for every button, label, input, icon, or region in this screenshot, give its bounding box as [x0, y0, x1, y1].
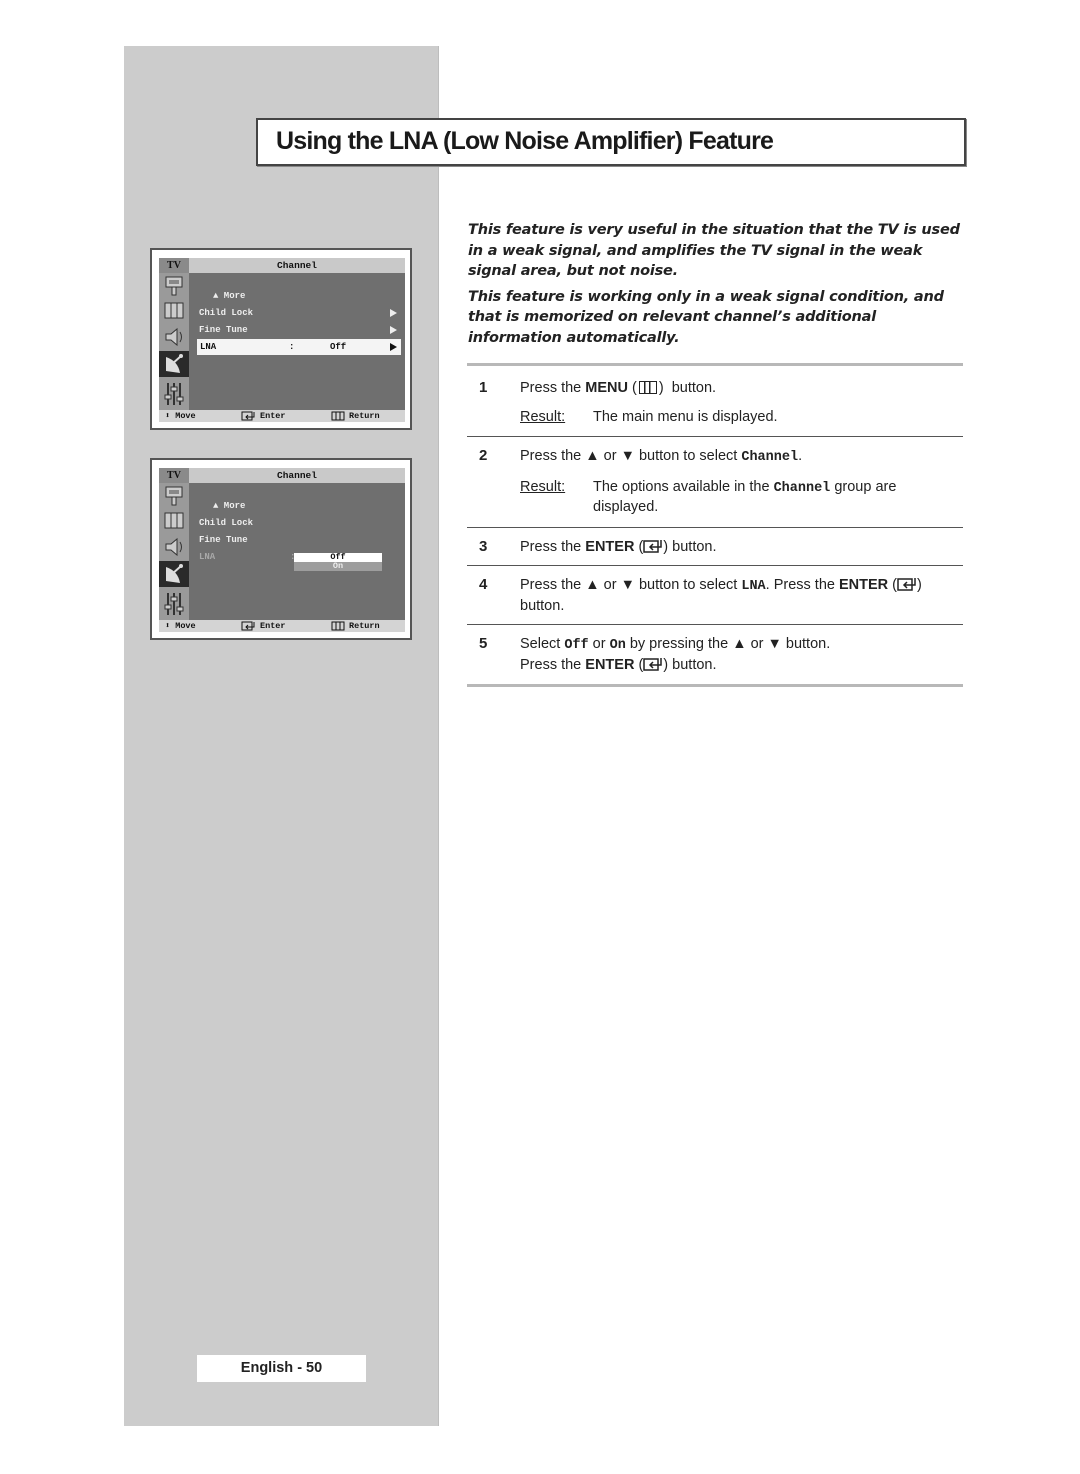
osd-header: Channel	[189, 258, 405, 273]
result-text: The options available in the	[593, 478, 774, 495]
arrow-right-icon	[390, 343, 397, 351]
key-name: MENU	[585, 380, 628, 396]
satellite-dish-icon	[166, 354, 183, 373]
menu-term: Channel	[741, 450, 799, 465]
key-name: ENTER	[585, 656, 635, 673]
step-text: button.	[520, 597, 565, 614]
step-5: 5 Select Off or On by pressing the ▲ or …	[479, 635, 831, 673]
step-text: Press the ▲ or ▼ button to select	[520, 577, 742, 593]
step-number: 2	[479, 447, 488, 464]
step-number: 5	[479, 635, 488, 652]
menu-icon	[331, 621, 345, 631]
step-text: . Press the	[765, 577, 839, 593]
step-text: button.	[668, 538, 717, 555]
key-name: ENTER	[839, 577, 889, 593]
enter-icon	[897, 578, 916, 591]
page-number: English - 50	[197, 1355, 366, 1382]
key-name: ENTER	[585, 538, 635, 555]
menu-term: Channel	[773, 480, 831, 496]
osd-footer-return: Return	[349, 621, 380, 631]
setup-sliders-icon	[164, 593, 184, 615]
menu-icon	[638, 381, 657, 394]
osd-screen-lna-options: TV Channel ▲ More Child Lock Fine Tune L…	[150, 458, 412, 640]
title-box: Using the LNA (Low Noise Amplifier) Feat…	[256, 118, 966, 166]
step-text: by pressing the ▲ or ▼ button.	[625, 636, 831, 652]
osd-lna-value: Off	[330, 342, 347, 352]
divider	[467, 684, 963, 687]
step-number: 3	[479, 537, 488, 555]
osd-footer-move: ⬍ Move	[165, 621, 196, 631]
menu-term: Off	[564, 638, 589, 653]
osd-screen-channel-menu: TV Channel ▲ More Child Lock Fine Tune L…	[150, 248, 412, 430]
intro-paragraph: This feature is very useful in the situa…	[468, 222, 960, 279]
osd-item-fine-tune[interactable]: Fine Tune	[199, 533, 248, 547]
osd-footer-return: Return	[349, 411, 380, 421]
result-label: Result:	[520, 408, 566, 425]
osd-icon-column: TV	[159, 258, 189, 410]
arrow-right-icon	[390, 309, 397, 317]
osd-colon: :	[289, 342, 295, 352]
step-text: Select	[520, 636, 565, 652]
step-text: button.	[668, 656, 717, 673]
menu-term: LNA	[741, 579, 766, 594]
enter-icon	[643, 657, 663, 671]
osd-tab-tv: TV	[159, 258, 189, 273]
step-2: 2 Press the ▲ or ▼ button to select Chan…	[467, 437, 963, 527]
page-title: Using the LNA (Low Noise Amplifier) Feat…	[276, 127, 774, 155]
osd-item-lna-highlighted[interactable]: LNA : Off	[197, 339, 401, 355]
satellite-dish-icon	[166, 564, 183, 583]
osd-item-child-lock[interactable]: Child Lock	[199, 306, 253, 320]
step-1: 1 Press the MENU () button. Result: The …	[467, 366, 963, 436]
osd-item-child-lock[interactable]: Child Lock	[199, 516, 253, 530]
picture-icon	[165, 276, 183, 296]
enter-icon	[241, 411, 255, 421]
osd-footer-enter: Enter	[260, 621, 286, 631]
step-4: 4 Press the ▲ or ▼ button to select LNA.…	[479, 576, 922, 614]
osd-item-fine-tune[interactable]: Fine Tune	[199, 323, 248, 337]
setup-sliders-icon	[164, 383, 184, 405]
speaker-icon	[165, 327, 182, 347]
osd-footer-move: ⬍ Move	[165, 411, 196, 421]
step-3: 3 Press the ENTER () button.	[479, 537, 717, 555]
menu-icon	[331, 411, 345, 421]
osd-item-lna[interactable]: LNA	[199, 550, 215, 564]
step-number: 1	[479, 379, 488, 396]
osd-tab-tv: TV	[159, 468, 189, 483]
osd-icon-column: TV	[159, 468, 189, 620]
enter-icon	[643, 539, 663, 553]
step-number: 4	[479, 576, 488, 593]
arrow-right-icon	[390, 326, 397, 334]
step-text: or	[588, 636, 610, 652]
intro-paragraph: This feature is working only in a weak s…	[468, 288, 944, 346]
osd-lna-dropdown[interactable]: Off On	[294, 553, 382, 571]
menu-icon	[164, 512, 184, 529]
osd-header: Channel	[189, 468, 405, 483]
step-text: Press the	[520, 538, 586, 555]
result-text: The main menu is displayed.	[593, 408, 778, 425]
step-text: Press the	[520, 656, 586, 673]
menu-icon	[164, 302, 184, 319]
osd-footer-enter: Enter	[260, 411, 286, 421]
osd-selected-channel	[159, 351, 189, 377]
picture-icon	[165, 486, 183, 506]
step-text: button.	[667, 380, 717, 396]
speaker-icon	[165, 537, 182, 557]
osd-footer: ⬍ Move Enter Return	[159, 410, 405, 422]
osd-selected-channel	[159, 561, 189, 587]
menu-term: On	[609, 638, 626, 653]
osd-footer: ⬍ Move Enter Return	[159, 620, 405, 632]
osd-item-more[interactable]: ▲ More	[213, 289, 245, 303]
step-text: Press the ▲ or ▼ button to select	[520, 448, 742, 464]
step-text: Press the	[520, 380, 586, 396]
step-text: .	[798, 448, 803, 464]
osd-option-on[interactable]: On	[294, 562, 382, 571]
intro-text: This feature is very useful in the situa…	[468, 220, 968, 353]
osd-item-label: LNA	[200, 342, 217, 352]
enter-icon	[241, 621, 255, 631]
steps-list: 1 Press the MENU () button. Result: The …	[467, 363, 963, 687]
osd-item-more[interactable]: ▲ More	[213, 499, 245, 513]
result-label: Result:	[520, 478, 566, 495]
